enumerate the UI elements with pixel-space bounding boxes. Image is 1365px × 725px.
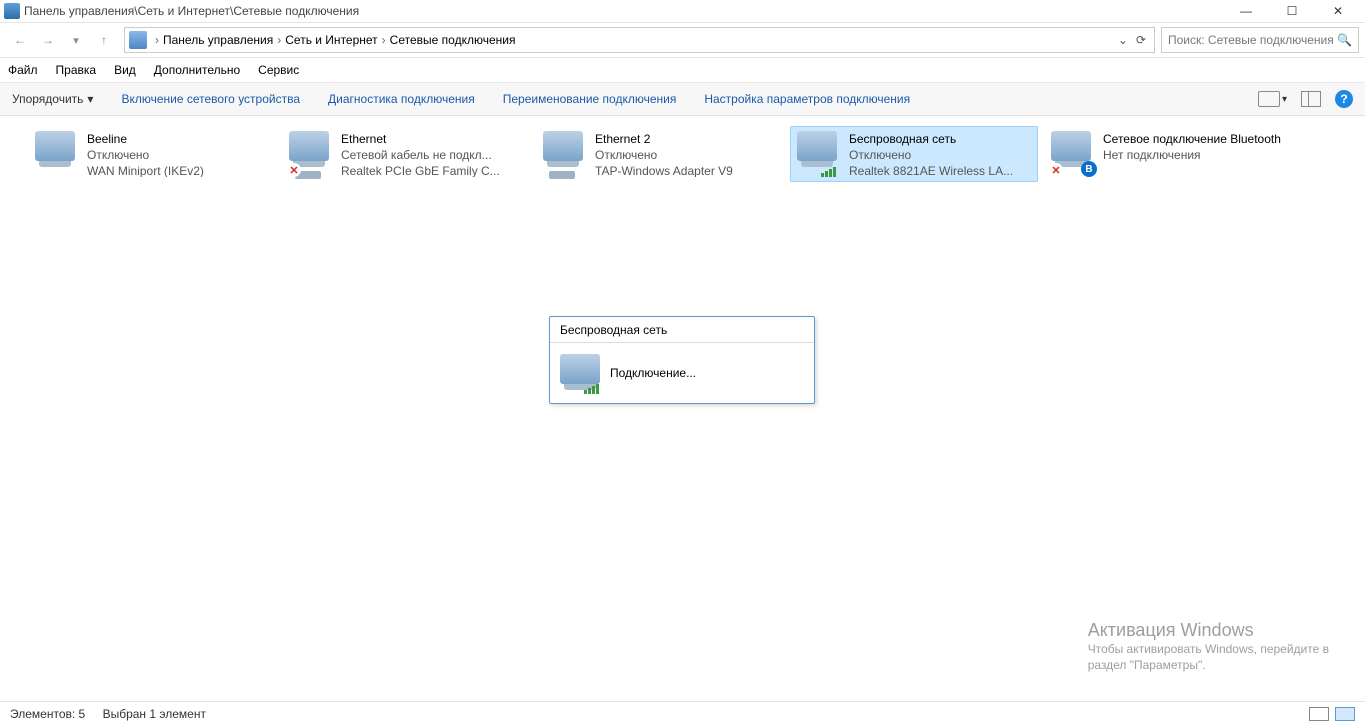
enable-device-button[interactable]: Включение сетевого устройства xyxy=(121,92,300,106)
popup-text: Подключение... xyxy=(610,366,696,380)
rename-button[interactable]: Переименование подключения xyxy=(503,92,677,106)
network-icon xyxy=(35,131,79,175)
signal-icon xyxy=(821,167,836,177)
network-icon xyxy=(560,354,598,392)
toolbar: Упорядочить ▾ Включение сетевого устройс… xyxy=(0,82,1365,116)
adapter-item-beeline[interactable]: Beeline Отключено WAN Miniport (IKEv2) xyxy=(28,126,276,182)
view-icons-button[interactable] xyxy=(1335,707,1355,721)
content-area: Beeline Отключено WAN Miniport (IKEv2) ✕… xyxy=(0,116,1365,192)
breadcrumb[interactable]: Сетевые подключения xyxy=(390,33,516,47)
bluetooth-icon: B xyxy=(1081,161,1097,177)
adapter-item-ethernet[interactable]: ✕ Ethernet Сетевой кабель не подкл... Re… xyxy=(282,126,530,182)
status-selected: Выбран 1 элемент xyxy=(103,707,206,721)
chevron-right-icon: › xyxy=(382,33,386,47)
popup-title: Беспроводная сеть xyxy=(550,317,814,343)
forward-button[interactable]: → xyxy=(34,26,62,54)
menubar: Файл Правка Вид Дополнительно Сервис xyxy=(0,58,1365,82)
diagnose-button[interactable]: Диагностика подключения xyxy=(328,92,475,106)
menu-edit[interactable]: Правка xyxy=(56,63,97,77)
network-icon: ✕ B xyxy=(1051,131,1095,175)
refresh-button[interactable]: ⟳ xyxy=(1132,33,1150,47)
chevron-right-icon: › xyxy=(277,33,281,47)
statusbar: Элементов: 5 Выбран 1 элемент xyxy=(0,701,1365,725)
network-icon: ✕ xyxy=(289,131,333,175)
recent-button[interactable]: ▾ xyxy=(62,26,90,54)
history-dropdown[interactable]: ⌄ xyxy=(1114,33,1132,47)
breadcrumb[interactable]: Панель управления xyxy=(163,33,273,47)
view-icon xyxy=(1258,91,1280,107)
chevron-down-icon: ▾ xyxy=(87,92,93,106)
maximize-button[interactable]: ☐ xyxy=(1269,0,1315,22)
menu-file[interactable]: Файл xyxy=(8,63,38,77)
search-icon: 🔍 xyxy=(1337,33,1352,47)
chevron-right-icon: › xyxy=(155,33,159,47)
adapter-item-bluetooth[interactable]: ✕ B Сетевое подключение Bluetooth Нет по… xyxy=(1044,126,1292,182)
adapter-item-wireless[interactable]: Беспроводная сеть Отключено Realtek 8821… xyxy=(790,126,1038,182)
network-icon xyxy=(543,131,587,175)
address-bar[interactable]: › Панель управления › Сеть и Интернет › … xyxy=(124,27,1155,53)
activation-watermark: Активация Windows Чтобы активировать Win… xyxy=(1088,620,1329,673)
connection-settings-button[interactable]: Настройка параметров подключения xyxy=(704,92,910,106)
menu-extra[interactable]: Дополнительно xyxy=(154,63,240,77)
menu-service[interactable]: Сервис xyxy=(258,63,299,77)
control-panel-icon xyxy=(129,31,147,49)
close-button[interactable]: ✕ xyxy=(1315,0,1361,22)
error-icon: ✕ xyxy=(1049,163,1063,177)
breadcrumb[interactable]: Сеть и Интернет xyxy=(285,33,377,47)
preview-pane-button[interactable] xyxy=(1301,91,1321,107)
view-details-button[interactable] xyxy=(1309,707,1329,721)
signal-icon xyxy=(584,384,599,394)
back-button[interactable]: ← xyxy=(6,26,34,54)
search-placeholder: Поиск: Сетевые подключения xyxy=(1168,33,1334,47)
up-button[interactable]: ↑ xyxy=(90,26,118,54)
organize-button[interactable]: Упорядочить ▾ xyxy=(12,92,93,106)
titlebar: Панель управления\Сеть и Интернет\Сетевы… xyxy=(0,0,1365,22)
error-icon: ✕ xyxy=(287,163,301,177)
app-icon xyxy=(4,3,20,19)
search-input[interactable]: Поиск: Сетевые подключения 🔍 xyxy=(1161,27,1359,53)
view-mode-button[interactable]: ▾ xyxy=(1258,91,1287,107)
status-count: Элементов: 5 xyxy=(10,707,85,721)
adapter-item-ethernet2[interactable]: Ethernet 2 Отключено TAP-Windows Adapter… xyxy=(536,126,784,182)
network-icon xyxy=(797,131,841,175)
connecting-popup: Беспроводная сеть Подключение... xyxy=(549,316,815,404)
navbar: ← → ▾ ↑ › Панель управления › Сеть и Инт… xyxy=(0,22,1365,58)
chevron-down-icon: ▾ xyxy=(1282,94,1287,105)
window-title: Панель управления\Сеть и Интернет\Сетевы… xyxy=(24,4,359,18)
menu-view[interactable]: Вид xyxy=(114,63,136,77)
help-button[interactable]: ? xyxy=(1335,90,1353,108)
minimize-button[interactable]: — xyxy=(1223,0,1269,22)
